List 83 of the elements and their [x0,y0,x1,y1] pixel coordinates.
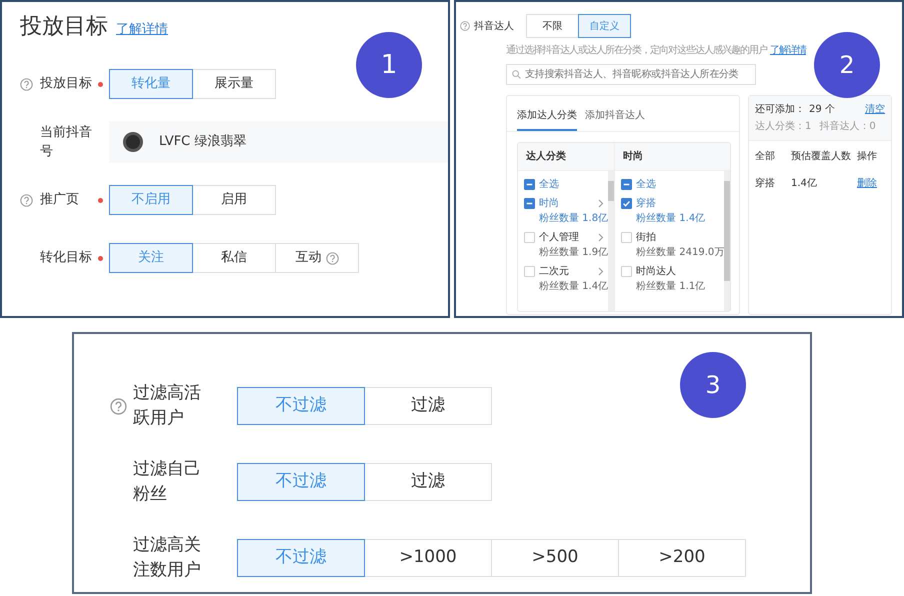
checkbox[interactable] [524,179,535,190]
option-button[interactable]: 过滤 [364,387,492,425]
fan-count: 粉丝数量 1.4亿 [538,280,608,294]
description-text: 通过选择抖音达人或达人所在分类，定向对这些达人感兴趣的用户 [506,45,767,56]
category-label[interactable]: 时尚达人 [636,264,724,279]
field-label: 过滤高活跃用户 [133,382,202,430]
field-label: 当前抖音号 [40,124,92,161]
number-badge: 3 [680,352,746,418]
table-cell-text: 穿搭 [755,176,776,191]
option-button[interactable]: 不过滤 [237,387,365,425]
help-icon[interactable] [326,252,338,264]
delete-link[interactable]: 删除 [857,176,885,191]
category-label[interactable]: 街拍 [636,230,724,245]
category-label[interactable]: 全选 [539,177,608,192]
number-badge: 1 [356,32,422,98]
remaining-label: 还可添加： [755,102,805,117]
search-icon [512,70,521,79]
field-label: 推广页 [40,191,80,210]
help-icon[interactable] [460,21,470,31]
count-text: 抖音达人：0 [819,120,876,134]
column-header: 预估覆盖人数 [791,150,852,164]
column-header: 全部 [755,150,776,164]
clear-link[interactable]: 清空 [865,102,885,117]
field-label: 过滤高关注数用户 [133,534,202,582]
option-button[interactable]: 启用 [192,185,276,215]
option-button[interactable]: 不过滤 [237,463,365,501]
help-icon[interactable] [20,194,33,208]
column-header: 达人分类 [526,151,566,162]
fan-count: 粉丝数量 1.1亿 [635,280,706,294]
chevron-icon[interactable] [598,267,604,276]
remaining-count: 29 个 [809,103,835,117]
search-field[interactable]: 支持搜索抖音达人、抖音昵称或抖音达人所在分类 [506,64,756,85]
option-button[interactable]: 不启用 [109,185,193,215]
field-label: 转化目标 [40,249,92,268]
option-button[interactable]: >500 [491,539,619,577]
option-button[interactable]: 互动 [275,243,359,273]
help-icon[interactable] [20,78,33,92]
count-text: 达人分类：1 [755,120,812,134]
table-cell-text: 1.4亿 [791,177,818,191]
checkbox[interactable] [621,266,632,277]
option-button[interactable]: >1000 [364,539,492,577]
checkbox[interactable] [621,232,632,243]
chevron-icon[interactable] [598,199,604,208]
column-header: 操作 [857,150,878,164]
checkbox[interactable] [621,179,632,190]
help-icon[interactable] [110,398,127,416]
option-button[interactable]: >200 [618,539,746,577]
tab[interactable]: 添加达人分类 [517,102,577,131]
detail-link[interactable]: 了解详情 [770,45,806,56]
scrollbar[interactable] [724,171,730,311]
column-header: 时尚 [623,151,644,162]
option-button[interactable]: 展示量 [192,69,276,99]
field-label: 投放目标 [40,75,92,94]
option-button[interactable]: 不限 [526,14,579,38]
field-label: 过滤自己粉丝 [133,458,202,506]
fan-count: 粉丝数量 2419.0万 [635,246,724,260]
avatar-icon [123,132,143,152]
category-label[interactable]: 二次元 [539,264,594,279]
option-button[interactable]: 过滤 [364,463,492,501]
fan-count: 粉丝数量 1.9亿 [538,246,608,260]
number-badge: 2 [814,32,880,98]
category-label[interactable]: 个人管理 [539,230,594,245]
checkbox[interactable] [524,198,535,209]
option-button[interactable]: 关注 [109,243,193,273]
category-label[interactable]: 穿搭 [636,196,724,211]
fan-count: 粉丝数量 1.4亿 [635,212,706,226]
option-button[interactable]: 自定义 [578,14,631,38]
checkbox[interactable] [524,266,535,277]
option-button[interactable]: 私信 [192,243,276,273]
account-name: LVFC 绿浪翡翠 [159,133,246,152]
field-label: 抖音达人 [474,20,515,34]
detail-link[interactable]: 了解详情 [116,20,168,40]
option-button[interactable]: 不过滤 [237,539,365,577]
category-label[interactable]: 全选 [636,177,724,192]
tab[interactable]: 添加抖音达人 [585,102,645,131]
checkbox[interactable] [524,232,535,243]
category-label[interactable]: 时尚 [539,196,594,211]
scrollbar[interactable] [608,171,614,311]
chevron-icon[interactable] [598,233,604,242]
section-title: 投放目标 [20,13,108,41]
fan-count: 粉丝数量 1.8亿 [538,212,608,226]
option-button[interactable]: 转化量 [109,69,193,99]
checkbox[interactable] [621,198,632,209]
